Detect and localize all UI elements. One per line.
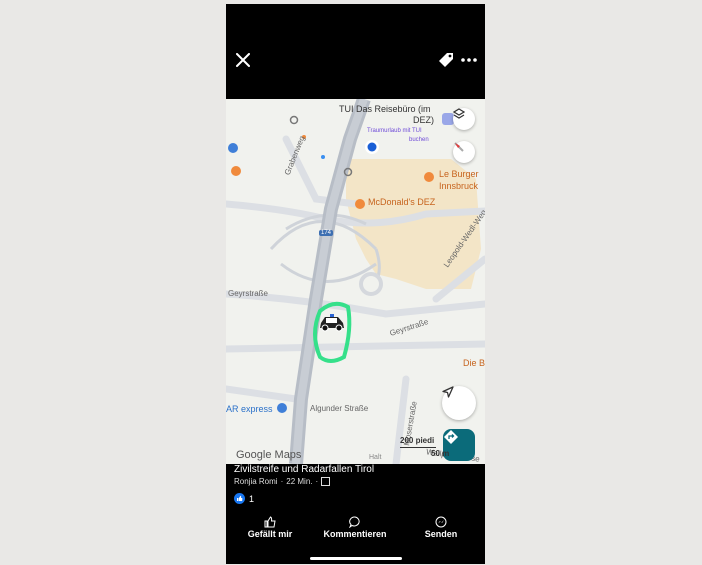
like-label: Gefällt mir bbox=[247, 529, 293, 539]
meta-separator: · bbox=[280, 477, 284, 486]
poi-label-tui: TUI Das Reisebüro (im bbox=[339, 104, 431, 114]
directions-icon bbox=[444, 430, 458, 444]
map-image: TUI Das Reisebüro (im DEZ) Traumurlaub m… bbox=[226, 99, 485, 464]
poi-label-die: Die B bbox=[463, 358, 485, 368]
restaurant-icon bbox=[355, 199, 365, 209]
send-button[interactable]: Senden bbox=[401, 516, 481, 539]
top-bar bbox=[226, 4, 485, 99]
poi-label-tui-2: DEZ) bbox=[413, 115, 434, 125]
navigation-arrow-icon bbox=[442, 386, 454, 398]
poi-sublabel-tui-2: buchen bbox=[409, 137, 429, 143]
layers-icon bbox=[453, 108, 465, 119]
poi-label-burger: Le Burger bbox=[439, 169, 479, 179]
poi-sublabel-tui: Traumurlaub mit TUI bbox=[367, 128, 422, 134]
my-location-button[interactable] bbox=[442, 386, 476, 420]
tag-icon[interactable] bbox=[436, 50, 456, 70]
restaurant-icon bbox=[231, 166, 241, 176]
poi-label-mcdonalds: McDonald's DEZ bbox=[368, 197, 436, 207]
send-label: Senden bbox=[424, 529, 458, 539]
like-reaction-icon bbox=[234, 493, 245, 504]
more-options-icon[interactable] bbox=[460, 52, 478, 68]
google-maps-watermark: Google Maps bbox=[236, 449, 302, 461]
author-name[interactable]: Ronjia Romi bbox=[234, 477, 278, 486]
comment-label: Kommentieren bbox=[323, 529, 387, 539]
messenger-icon bbox=[435, 516, 447, 528]
like-count: 1 bbox=[249, 493, 255, 504]
shopping-bag-icon bbox=[228, 143, 238, 153]
street-label-algunder: Algunder Straße bbox=[310, 404, 369, 413]
close-icon[interactable] bbox=[234, 51, 252, 69]
shopping-cart-icon bbox=[277, 403, 287, 413]
compass-button[interactable] bbox=[453, 141, 475, 163]
audience-icon bbox=[321, 477, 331, 486]
compass-icon bbox=[454, 142, 464, 152]
poi-label-ar-express: AR express bbox=[226, 404, 273, 414]
restaurant-icon bbox=[424, 172, 434, 182]
phone-screen: TUI Das Reisebüro (im DEZ) Traumurlaub m… bbox=[226, 4, 485, 564]
scale-bar bbox=[400, 447, 436, 448]
street-label-halt: Halt bbox=[369, 454, 382, 461]
comment-icon bbox=[349, 516, 360, 528]
meta-separator: · bbox=[315, 477, 319, 486]
layers-button[interactable] bbox=[453, 108, 475, 130]
road-badge: 174 bbox=[319, 230, 334, 236]
comment-button[interactable]: Kommentieren bbox=[315, 516, 395, 539]
post-meta: Ronjia Romi · 22 Min. · bbox=[234, 477, 331, 486]
scale-meters: 50 m bbox=[431, 449, 450, 458]
street-label-geyr-left: Geyrstraße bbox=[228, 289, 269, 298]
home-indicator[interactable] bbox=[310, 557, 402, 560]
post-title: Zivilstreife und Radarfallen Tirol bbox=[234, 464, 375, 475]
thumbs-up-icon bbox=[264, 516, 276, 528]
post-time: 22 Min. bbox=[286, 477, 313, 486]
like-button[interactable]: Gefällt mir bbox=[230, 516, 310, 539]
poi-label-burger-2: Innsbruck bbox=[439, 181, 479, 191]
scale-feet: 200 piedi bbox=[400, 436, 435, 445]
reaction-summary[interactable]: 1 bbox=[234, 493, 254, 504]
